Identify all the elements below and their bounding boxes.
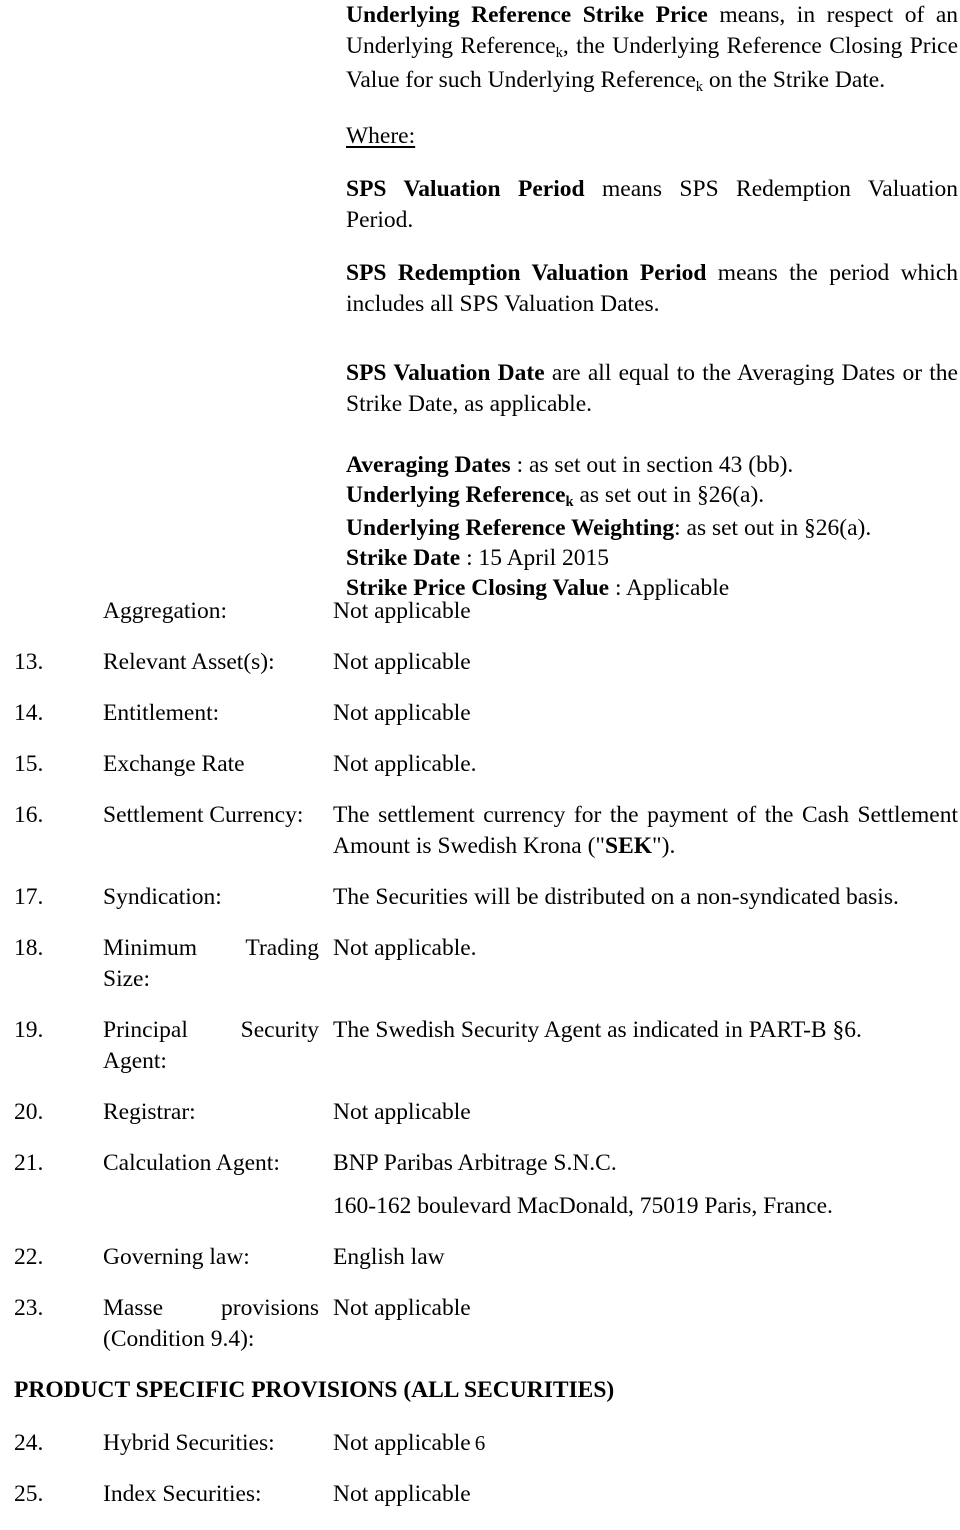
provision-row: 19. Principal Security Agent: The Swedish S… xyxy=(0,1015,960,1077)
underlying-reference-strike-price-definition: Underlying Reference Strike Price means,… xyxy=(346,0,958,99)
averaging-dates-line: Averaging Dates : as set out in section … xyxy=(346,450,958,480)
provision-label: Exchange Rate xyxy=(103,751,245,777)
provision-row: 14. Entitlement: Not applicable xyxy=(0,698,960,729)
provision-value: Not applicable. xyxy=(333,935,477,961)
underlying-reference-line: Underlying Referencek as set out in §26(… xyxy=(346,480,958,513)
term-sps-valuation-period: SPS Valuation Period xyxy=(346,176,585,202)
term-averaging-dates: Averaging Dates xyxy=(346,452,511,478)
provision-number: 14. xyxy=(14,700,44,726)
provision-value: Not applicable xyxy=(333,700,471,726)
subscript-k-1: k xyxy=(555,44,563,61)
underlying-reference-value: as set out in §26(a). xyxy=(573,482,765,508)
provision-label-line-2: (Condition 9.4): xyxy=(103,1326,255,1352)
term-sps-valuation-date: SPS Valuation Date xyxy=(346,360,545,386)
provision-number: 20. xyxy=(14,1099,44,1125)
provision-number: 22. xyxy=(14,1244,44,1270)
provision-number: 18. xyxy=(14,935,44,961)
provision-number: 21. xyxy=(14,1150,44,1176)
provision-label: Syndication: xyxy=(103,884,222,910)
provision-row: 13. Relevant Asset(s): Not applicable xyxy=(0,647,960,678)
provisions-list: Aggregation: Not applicable 13. Relevant As… xyxy=(0,596,960,1530)
provision-value: The Securities will be distributed on a … xyxy=(333,884,899,910)
currency-code: SEK xyxy=(605,833,653,859)
provision-row: 22. Governing law: English law xyxy=(0,1242,960,1273)
provision-label: Settlement Currency: xyxy=(103,802,304,828)
provision-label: Registrar: xyxy=(103,1099,196,1125)
subscript-k-3: k xyxy=(565,493,574,510)
strike-date-line: Strike Date : 15 April 2015 xyxy=(346,543,958,573)
provision-number: 19. xyxy=(14,1017,44,1043)
page-number: 6 xyxy=(474,1431,486,1455)
sps-valuation-date-definition: SPS Valuation Date are all equal to the … xyxy=(346,358,958,420)
provision-value: Not applicable xyxy=(333,1481,471,1507)
provision-label-line-2: Size: xyxy=(103,966,150,992)
provision-label: Minimum Trading Size: xyxy=(103,933,333,995)
provision-row: 18. Minimum Trading Size: Not applicable. xyxy=(0,933,960,995)
document-page: Underlying Reference Strike Price means,… xyxy=(0,0,960,1507)
provision-row: 23. Masse provisions (Condition 9.4): Not a… xyxy=(0,1293,960,1355)
averaging-dates-value: : as set out in section 43 (bb). xyxy=(510,452,794,478)
term-underlying-reference-weighting: Underlying Reference Weighting xyxy=(346,515,675,541)
provision-value: The Swedish Security Agent as indicated … xyxy=(333,1017,862,1043)
underlying-reference-weighting-value: : as set out in §26(a). xyxy=(674,515,872,541)
sps-redemption-valuation-period-definition: SPS Redemption Valuation Period means th… xyxy=(346,258,958,320)
provision-label: Index Securities: xyxy=(103,1481,262,1507)
provision-row: 21. Calculation Agent: BNP Paribas Arbitra… xyxy=(0,1148,960,1222)
provision-label: Calculation Agent: xyxy=(103,1150,280,1176)
provision-value-line-2: 160-162 boulevard MacDonald, 75019 Paris… xyxy=(333,1193,833,1219)
sps-valuation-period-definition: SPS Valuation Period means SPS Redemptio… xyxy=(346,174,958,236)
term-underlying-reference-strike-price: Underlying Reference Strike Price xyxy=(346,2,708,28)
provision-label: Entitlement: xyxy=(103,700,220,726)
page-footer: 6 xyxy=(0,1430,960,1456)
provision-number: 25. xyxy=(14,1481,44,1507)
provision-value: Not applicable xyxy=(333,1099,471,1125)
provision-label: Masse provisions (Condition 9.4): xyxy=(103,1293,333,1355)
definition-body-part-3: on the Strike Date. xyxy=(703,67,886,93)
subscript-k-2: k xyxy=(695,78,704,95)
provision-number: 23. xyxy=(14,1295,44,1321)
provision-value: Not applicable xyxy=(333,1295,471,1321)
provision-value: Not applicable xyxy=(333,598,471,624)
term-sps-redemption-valuation-period: SPS Redemption Valuation Period xyxy=(346,260,707,286)
provision-row: 20. Registrar: Not applicable xyxy=(0,1097,960,1128)
strike-date-value: : 15 April 2015 xyxy=(460,545,610,571)
provision-value: Not applicable. xyxy=(333,751,477,777)
definitions-block: Underlying Reference Strike Price means,… xyxy=(346,0,958,603)
provision-label: Aggregation: xyxy=(103,598,227,624)
provision-value: Not applicable xyxy=(333,649,471,675)
provision-number: 13. xyxy=(14,649,44,675)
provision-number: 17. xyxy=(14,884,44,910)
where-label: Where: xyxy=(346,123,416,149)
provision-number: 16. xyxy=(14,802,44,828)
provision-row: 15. Exchange Rate Not applicable. xyxy=(0,749,960,780)
section-heading: PRODUCT SPECIFIC PROVISIONS (ALL SECURIT… xyxy=(14,1377,615,1403)
provision-label: Relevant Asset(s): xyxy=(103,649,275,675)
provision-number: 15. xyxy=(14,751,44,777)
provision-label: Governing law: xyxy=(103,1244,250,1270)
provision-row: 25. Index Securities: Not applicable xyxy=(0,1479,960,1510)
term-strike-date: Strike Date xyxy=(346,545,461,571)
provision-row: 16. Settlement Currency: The settlement cu… xyxy=(0,800,960,862)
underlying-reference-weighting-line: Underlying Reference Weighting: as set o… xyxy=(346,513,958,543)
provision-row: 17. Syndication: The Securities will be di… xyxy=(0,882,960,913)
provision-label: Principal Security Agent: xyxy=(103,1015,333,1077)
provision-value: BNP Paribas Arbitrage S.N.C. 160-162 boul… xyxy=(333,1148,960,1222)
provision-row: Aggregation: Not applicable xyxy=(0,596,960,627)
term-underlying-reference: Underlying Reference xyxy=(346,482,566,508)
provision-value: The settlement currency for the payment … xyxy=(333,802,958,859)
provision-value: English law xyxy=(333,1244,445,1270)
provision-label-line-2: Agent: xyxy=(103,1048,167,1074)
